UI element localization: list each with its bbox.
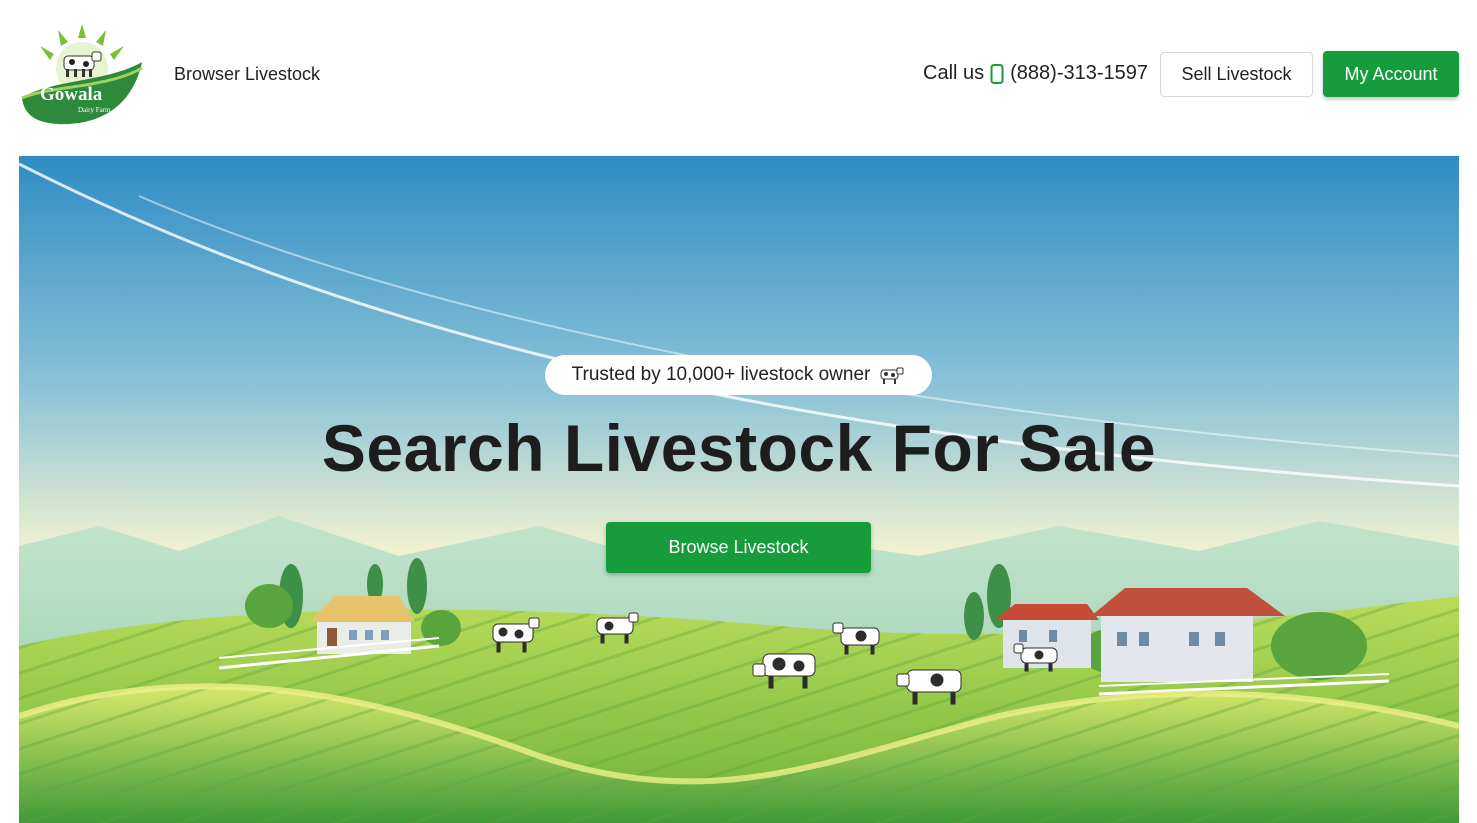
phone-icon [990, 63, 1004, 84]
svg-text:Dairy Farm: Dairy Farm [78, 106, 111, 114]
hero-banner: Trusted by 10,000+ livestock owner Searc… [19, 156, 1459, 823]
site-header: Gowala Dairy Farm Browser Livestock Call… [0, 0, 1477, 150]
trust-badge: Trusted by 10,000+ livestock owner [545, 355, 932, 395]
trust-badge-text: Trusted by 10,000+ livestock owner [571, 364, 871, 385]
gowala-logo[interactable]: Gowala Dairy Farm [18, 22, 146, 128]
nav-browse-livestock[interactable]: Browser Livestock [174, 64, 320, 85]
call-us[interactable]: Call us (888)-313-1597 [923, 62, 1148, 85]
svg-text:Gowala: Gowala [40, 84, 103, 105]
sell-livestock-button[interactable]: Sell Livestock [1160, 52, 1313, 97]
my-account-button[interactable]: My Account [1323, 51, 1459, 97]
phone-number[interactable]: (888)-313-1597 [1010, 62, 1148, 85]
call-label: Call us [923, 62, 985, 84]
hero-headline: Search Livestock For Sale [321, 411, 1157, 485]
cow-icon [879, 366, 905, 384]
farm-landscape-illustration [19, 156, 1459, 823]
browse-livestock-button[interactable]: Browse Livestock [606, 522, 871, 573]
